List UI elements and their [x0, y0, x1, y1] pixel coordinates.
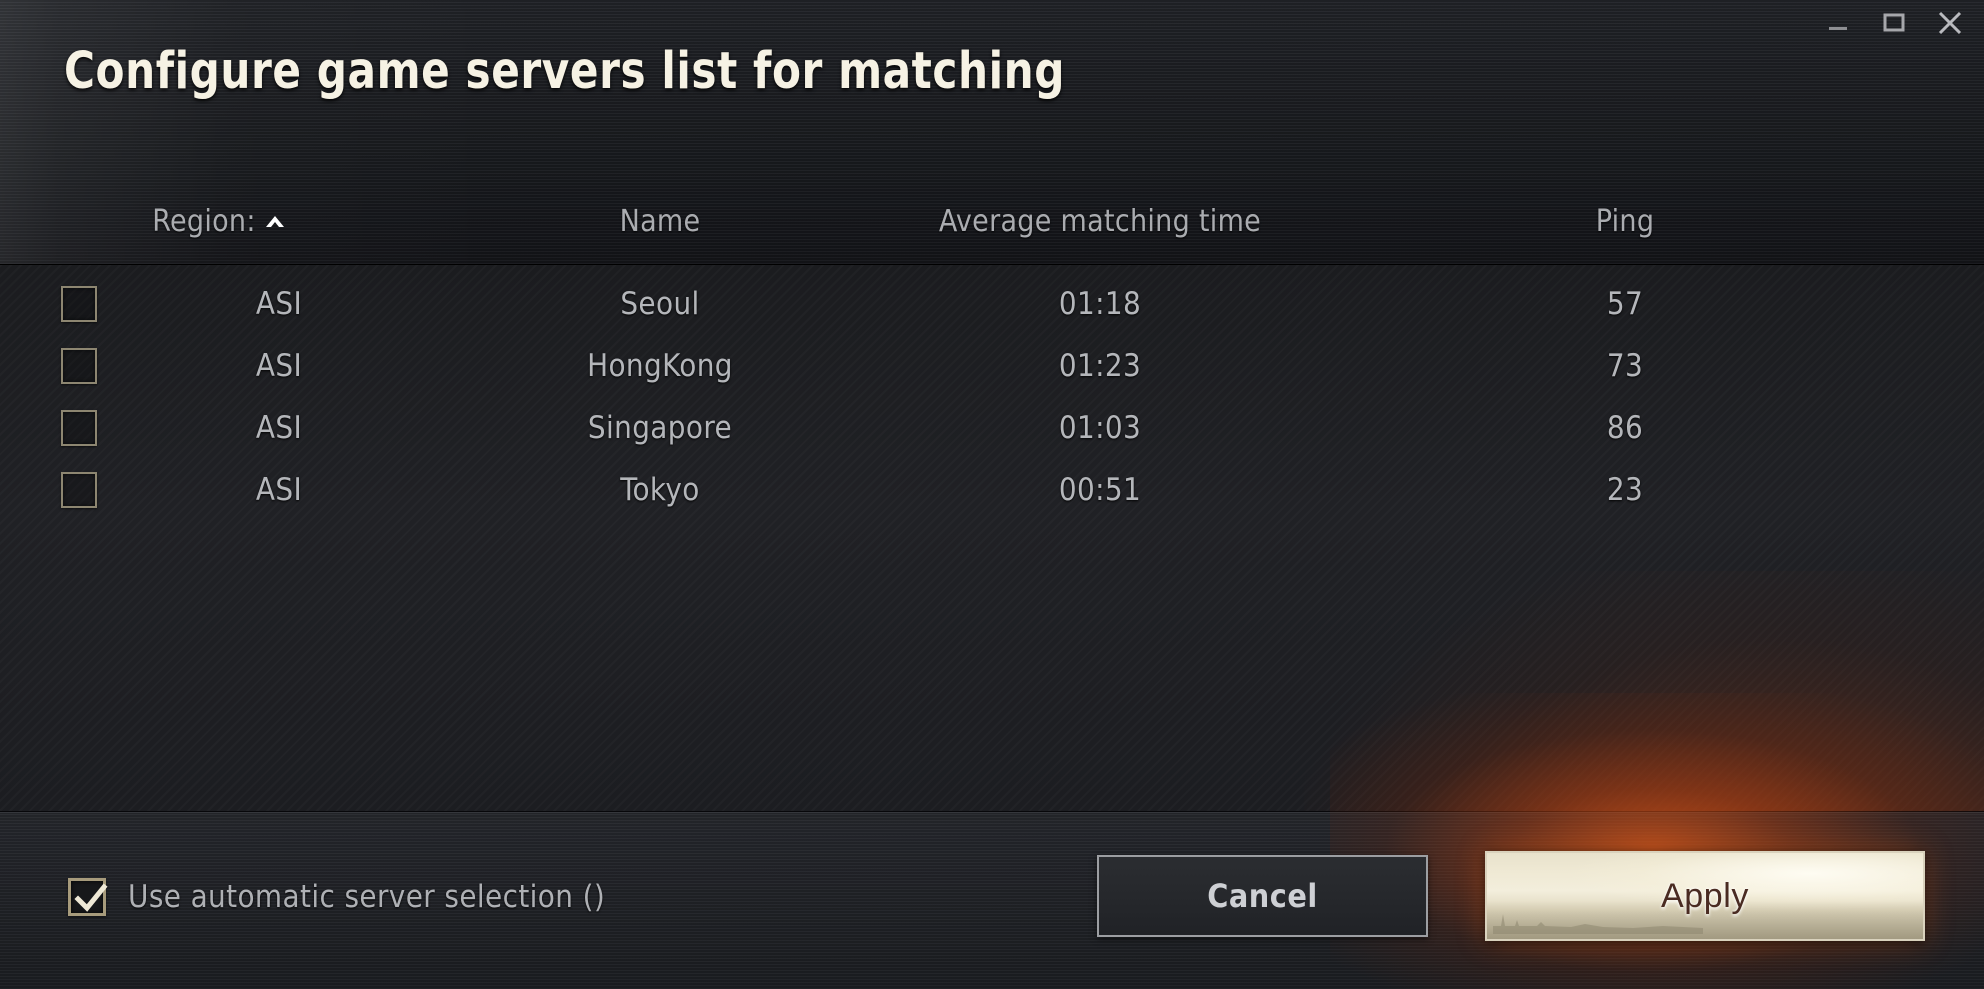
table-row[interactable]: ASI Tokyo 00:51 23 [0, 451, 1984, 529]
minimize-icon [1825, 10, 1851, 36]
auto-select-label: Use automatic server selection () [128, 879, 606, 915]
maximize-icon [1881, 10, 1907, 36]
cell-name: Tokyo [620, 472, 700, 508]
close-button[interactable] [1932, 6, 1968, 40]
column-header-average-matching-time[interactable]: Average matching time [880, 196, 1320, 246]
cancel-button-label: Cancel [1207, 877, 1318, 915]
auto-server-selection-toggle[interactable]: Use automatic server selection () [68, 878, 605, 916]
close-icon [1935, 8, 1965, 38]
server-list: ASI Seoul 01:18 57 ASI HongKong 01:23 73… [0, 265, 1984, 812]
configure-servers-dialog: Configure game servers list for matching… [0, 0, 1984, 989]
server-checkbox[interactable] [61, 348, 97, 384]
auto-select-checkbox[interactable] [68, 878, 108, 916]
minimize-button[interactable] [1820, 6, 1856, 40]
caret-up-icon [262, 211, 288, 231]
dialog-header: Configure game servers list for matching… [0, 0, 1984, 265]
column-header-region[interactable]: Region: [0, 196, 440, 246]
server-checkbox[interactable] [61, 410, 97, 446]
maximize-button[interactable] [1876, 6, 1912, 40]
apply-button[interactable]: Apply [1485, 851, 1925, 941]
column-header-name[interactable]: Name [440, 196, 880, 246]
row-checkbox-cell[interactable] [40, 451, 118, 529]
column-header-name-label: Name [619, 203, 701, 239]
window-controls [1820, 6, 1968, 40]
ambient-glow-table [1304, 571, 1984, 811]
server-checkbox[interactable] [61, 472, 97, 508]
column-header-time-label: Average matching time [938, 203, 1262, 239]
column-header-ping[interactable]: Ping [1320, 196, 1930, 246]
server-checkbox[interactable] [61, 286, 97, 322]
column-header-ping-label: Ping [1595, 203, 1655, 239]
column-header-region-label: Region: [152, 203, 256, 239]
cell-time: 00:51 [1058, 472, 1142, 508]
column-headers: Region: Name Average matching time Ping [0, 196, 1984, 246]
cancel-button[interactable]: Cancel [1097, 855, 1428, 937]
page-title: Configure game servers list for matching [64, 42, 1065, 101]
cell-region: ASI [255, 472, 303, 508]
cell-ping: 23 [1606, 472, 1644, 508]
apply-button-label: Apply [1660, 876, 1750, 915]
